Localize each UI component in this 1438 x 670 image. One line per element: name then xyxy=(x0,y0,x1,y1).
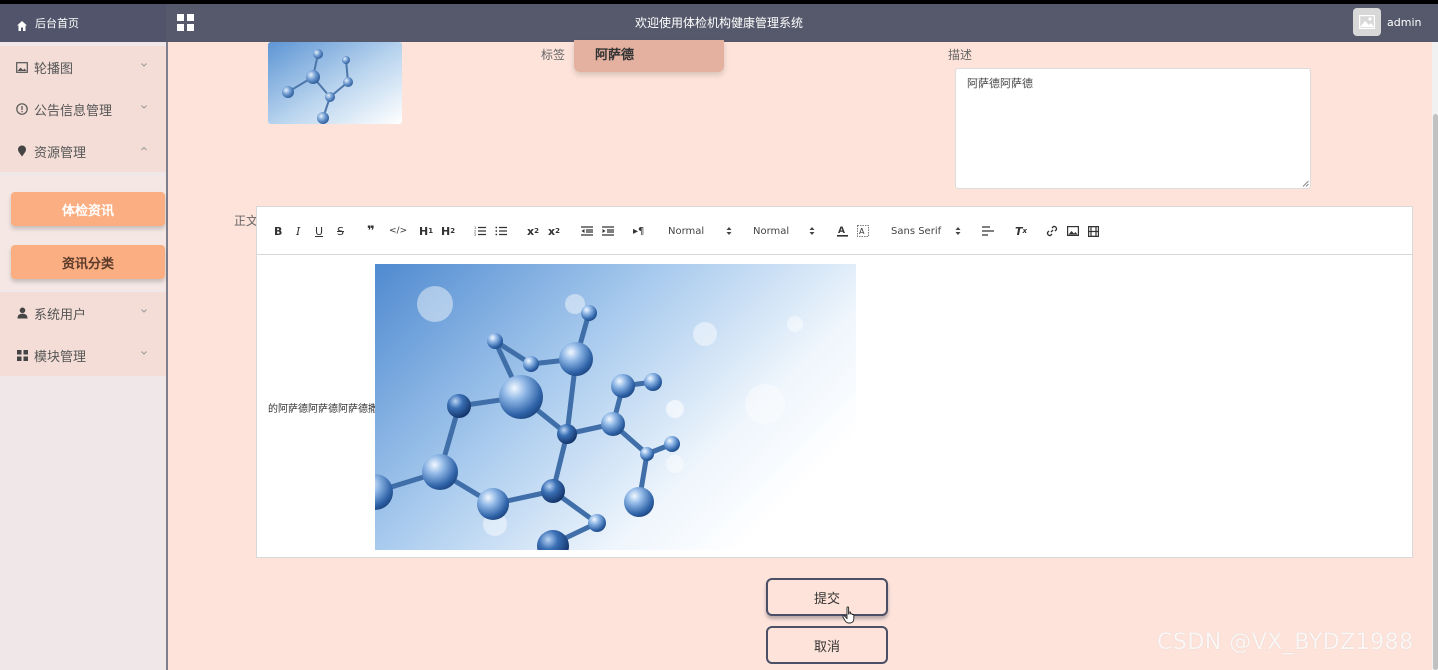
avatar-image-icon xyxy=(1359,15,1375,29)
top-bar: 后台首页 欢迎使用体检机构健康管理系统 admin xyxy=(0,4,1438,42)
bold-icon[interactable]: B xyxy=(274,224,282,238)
submenu-item-checkup-news[interactable]: 体检资讯 xyxy=(11,192,165,226)
tag-label: 标签 xyxy=(541,48,566,62)
sidebar-item-label: 轮播图 xyxy=(34,61,74,77)
info-icon xyxy=(16,103,28,115)
watermark: CSDN @VX_BYDZ1988 xyxy=(1157,630,1414,655)
submenu: 体检资讯 资讯分类 xyxy=(0,176,166,290)
location-pin-icon xyxy=(16,145,28,157)
header-select[interactable]: Normal xyxy=(668,224,734,238)
sidebar-item-label: 公告信息管理 xyxy=(34,103,113,119)
cover-image[interactable] xyxy=(268,42,402,124)
home-icon xyxy=(16,17,28,31)
hand-cursor-icon xyxy=(842,606,855,624)
indent-icon[interactable] xyxy=(602,224,614,238)
description-textarea[interactable]: 阿萨德阿萨德 xyxy=(955,68,1311,189)
video-icon[interactable] xyxy=(1088,224,1099,238)
code-block-icon[interactable]: </> xyxy=(389,224,407,238)
chevron-down-icon xyxy=(141,351,147,355)
sidebar-item-modules[interactable]: 模块管理 xyxy=(0,334,166,376)
home-link[interactable]: 后台首页 xyxy=(0,4,166,42)
font-select[interactable]: Sans Serif xyxy=(891,224,963,238)
sidebar-item-system-users[interactable]: 系统用户 xyxy=(0,292,166,334)
app-title: 欢迎使用体检机构健康管理系统 xyxy=(634,16,803,30)
body-text: 的阿萨德阿萨德阿萨德撒 xyxy=(268,404,378,415)
sidebar: 轮播图 公告信息管理 资源管理 体检资讯 资讯分类 系统用户 模块管理 xyxy=(0,42,168,670)
bullet-list-icon[interactable] xyxy=(495,224,507,238)
content-image[interactable] xyxy=(375,264,856,550)
link-icon[interactable] xyxy=(1046,224,1058,238)
chevron-down-icon xyxy=(141,309,147,313)
sidebar-item-announcements[interactable]: 公告信息管理 xyxy=(0,88,166,130)
svg-text:3: 3 xyxy=(474,233,476,236)
resize-handle-icon[interactable] xyxy=(1302,180,1309,187)
user-icon xyxy=(16,307,28,319)
sidebar-item-carousel[interactable]: 轮播图 xyxy=(0,46,166,88)
clean-format-icon[interactable]: Tx xyxy=(1015,224,1027,238)
superscript-icon[interactable]: x2 xyxy=(548,224,560,238)
sidebar-item-label: 资源管理 xyxy=(34,145,87,161)
chevron-down-icon xyxy=(141,63,147,67)
italic-icon[interactable]: I xyxy=(296,224,300,238)
background-color-icon[interactable]: A xyxy=(857,224,869,238)
editor-toolbar: B I U S ❞ </> H1 H2 123 x2 x2 ▸¶ Normal … xyxy=(257,207,1412,255)
submit-button[interactable]: 提交 xyxy=(766,578,888,616)
ordered-list-icon[interactable]: 123 xyxy=(474,224,486,238)
sidebar-item-resources[interactable]: 资源管理 xyxy=(0,130,166,172)
scrollbar-thumb[interactable] xyxy=(1433,114,1438,670)
avatar[interactable] xyxy=(1353,8,1381,36)
desc-label: 描述 xyxy=(948,48,973,62)
font-color-icon[interactable]: A xyxy=(837,224,848,238)
header1-icon[interactable]: H1 xyxy=(419,224,433,238)
body-label: 正文 xyxy=(234,214,259,228)
subscript-icon[interactable]: x2 xyxy=(527,224,539,238)
menu-toggle-icon[interactable] xyxy=(177,14,194,31)
cancel-button[interactable]: 取消 xyxy=(766,626,888,664)
outdent-icon[interactable] xyxy=(581,224,593,238)
blockquote-icon[interactable]: ❞ xyxy=(367,224,375,239)
editor-content[interactable]: 的阿萨德阿萨德阿萨德撒 xyxy=(257,255,1412,558)
strike-icon[interactable]: S xyxy=(337,224,344,238)
svg-text:A: A xyxy=(838,226,845,236)
app-frame: 后台首页 欢迎使用体检机构健康管理系统 admin 轮播图 公告信息管理 资源管… xyxy=(0,4,1438,670)
rich-text-editor: B I U S ❞ </> H1 H2 123 x2 x2 ▸¶ Normal … xyxy=(256,206,1413,558)
sidebar-item-label: 模块管理 xyxy=(34,349,87,365)
underline-icon[interactable]: U xyxy=(315,224,323,238)
chevron-up-icon xyxy=(141,146,147,151)
size-select[interactable]: Normal xyxy=(753,224,819,238)
grid-icon xyxy=(16,349,28,361)
picture-icon xyxy=(16,61,28,73)
tag-field[interactable]: 阿萨德 xyxy=(574,40,724,72)
align-icon[interactable] xyxy=(982,224,994,238)
text-direction-icon[interactable]: ▸¶ xyxy=(633,224,644,238)
header2-icon[interactable]: H2 xyxy=(441,224,455,238)
sidebar-item-label: 系统用户 xyxy=(34,307,87,323)
chevron-down-icon xyxy=(141,105,147,109)
image-icon[interactable] xyxy=(1067,224,1079,238)
svg-text:A: A xyxy=(859,227,865,236)
submenu-item-news-category[interactable]: 资讯分类 xyxy=(11,245,165,279)
username[interactable]: admin xyxy=(1387,4,1421,42)
home-label: 后台首页 xyxy=(35,17,79,30)
